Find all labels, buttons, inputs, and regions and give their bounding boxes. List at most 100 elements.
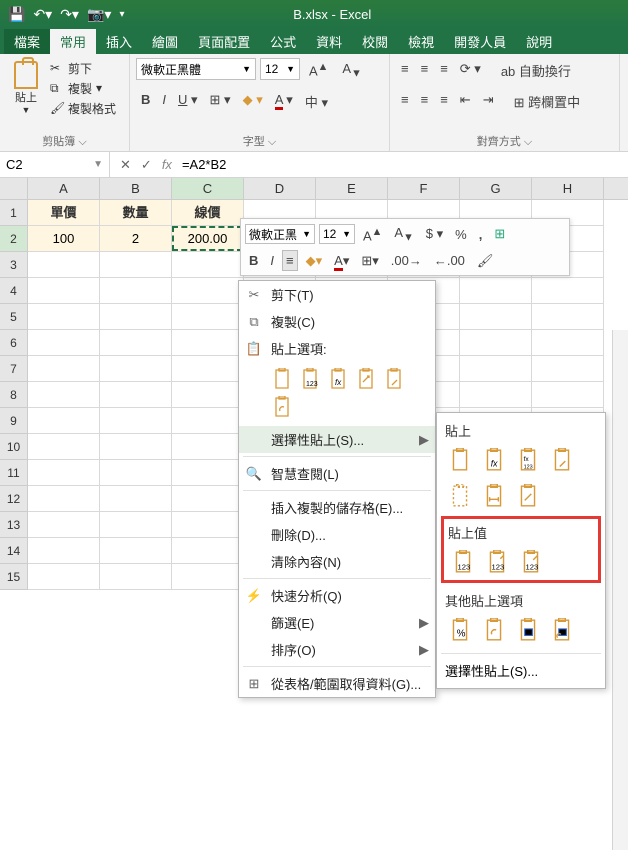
mini-dec-decimal-icon[interactable]: ←.00: [430, 250, 469, 271]
sub-paste-values-icon[interactable]: 123: [448, 548, 478, 576]
mini-align-center-icon[interactable]: ≡: [282, 250, 298, 271]
tab-dev[interactable]: 開發人員: [444, 29, 516, 54]
paste-option-all-icon[interactable]: [269, 366, 295, 392]
mini-decrease-font-icon[interactable]: A▼: [390, 222, 417, 247]
mini-comma-icon[interactable]: ,: [475, 224, 487, 245]
mini-inc-decimal-icon[interactable]: .00→: [387, 250, 426, 271]
sub-paste-special-link[interactable]: 選擇性貼上(S)...: [443, 657, 599, 684]
fill-color-button[interactable]: ◆ ▾: [238, 89, 268, 114]
paste-option-link-icon[interactable]: [269, 394, 295, 420]
col-E[interactable]: E: [316, 178, 388, 199]
ctx-cut[interactable]: ✂剪下(T): [239, 281, 435, 308]
mini-fontsize-select[interactable]: 12▼: [319, 224, 355, 244]
cell-B1[interactable]: 數量: [100, 200, 172, 226]
scrollbar-vertical[interactable]: [612, 330, 628, 850]
mini-border-icon[interactable]: ⊞▾: [357, 250, 382, 272]
sub-paste-colwidth-icon[interactable]: [479, 482, 509, 510]
sub-paste-link-icon[interactable]: [479, 616, 509, 644]
ctx-insert-copied[interactable]: 插入複製的儲存格(E)...: [239, 494, 435, 521]
sub-paste-noborder-icon[interactable]: [445, 482, 475, 510]
font-name-select[interactable]: 微軟正黑體▼: [136, 58, 256, 80]
ctx-copy[interactable]: ⧉複製(C): [239, 308, 435, 335]
cell-C1[interactable]: 線價: [172, 200, 244, 226]
sub-paste-values-format-icon[interactable]: 123: [516, 548, 546, 576]
paste-option-transpose-icon[interactable]: [353, 366, 379, 392]
tab-review[interactable]: 校閱: [352, 29, 398, 54]
cell-A2[interactable]: 100: [28, 226, 100, 252]
sub-paste-picture-icon[interactable]: [513, 616, 543, 644]
cell-A1[interactable]: 單價: [28, 200, 100, 226]
tab-view[interactable]: 檢視: [398, 29, 444, 54]
align-top-icon[interactable]: ≡: [396, 58, 414, 83]
col-A[interactable]: A: [28, 178, 100, 199]
sub-paste-all-icon[interactable]: [445, 446, 475, 474]
redo-icon[interactable]: ↷▾: [60, 6, 79, 23]
save-icon[interactable]: 💾: [8, 6, 25, 23]
mini-font-select[interactable]: 微軟正黑▼: [245, 224, 315, 244]
paste-option-formulas-icon[interactable]: fx: [325, 366, 351, 392]
wrap-text-button[interactable]: ab 自動換行: [496, 58, 576, 83]
col-F[interactable]: F: [388, 178, 460, 199]
row-10[interactable]: 10: [0, 434, 28, 460]
ctx-filter[interactable]: 篩選(E)▶: [239, 609, 435, 636]
tab-formulas[interactable]: 公式: [260, 29, 306, 54]
row-13[interactable]: 13: [0, 512, 28, 538]
indent-increase-icon[interactable]: ⇥: [478, 89, 499, 114]
bold-button[interactable]: B: [136, 89, 155, 114]
tab-file[interactable]: 檔案: [4, 29, 50, 54]
sub-paste-formulas-icon[interactable]: fx: [479, 446, 509, 474]
cut-button[interactable]: ✂剪下: [50, 58, 116, 78]
indent-decrease-icon[interactable]: ⇤: [455, 89, 476, 114]
ctx-clear[interactable]: 清除內容(N): [239, 548, 435, 575]
font-size-select[interactable]: 12▼: [260, 58, 300, 80]
align-left-icon[interactable]: ≡: [396, 89, 414, 114]
copy-button[interactable]: ⧉複製 ▾: [50, 78, 116, 98]
col-D[interactable]: D: [244, 178, 316, 199]
row-1[interactable]: 1: [0, 200, 28, 226]
mini-formats-icon[interactable]: ⊞: [490, 223, 509, 245]
row-14[interactable]: 14: [0, 538, 28, 564]
paste-option-values-icon[interactable]: 123: [297, 366, 323, 392]
mini-increase-font-icon[interactable]: A▲: [359, 223, 386, 246]
sub-paste-formatting-icon[interactable]: %: [445, 616, 475, 644]
sub-paste-linked-pic-icon[interactable]: [547, 616, 577, 644]
tab-data[interactable]: 資料: [306, 29, 352, 54]
ctx-paste-special[interactable]: 選擇性貼上(S)...▶: [239, 426, 435, 453]
row-4[interactable]: 4: [0, 278, 28, 304]
tab-layout[interactable]: 頁面配置: [188, 29, 260, 54]
camera-icon[interactable]: 📷▾: [87, 6, 111, 23]
cell-B2[interactable]: 2: [100, 226, 172, 252]
row-8[interactable]: 8: [0, 382, 28, 408]
formula-input[interactable]: =A2*B2: [182, 157, 226, 172]
mini-fill-color-icon[interactable]: ◆▾: [302, 250, 327, 272]
name-box[interactable]: C2▼: [0, 152, 110, 177]
mini-bold-button[interactable]: B: [245, 250, 262, 271]
ctx-from-table[interactable]: ⊞從表格/範圍取得資料(G)...: [239, 670, 435, 697]
align-bottom-icon[interactable]: ≡: [435, 58, 453, 83]
decrease-font-icon[interactable]: A▼: [337, 58, 366, 83]
col-H[interactable]: H: [532, 178, 604, 199]
undo-icon[interactable]: ↶▾: [33, 6, 52, 23]
row-5[interactable]: 5: [0, 304, 28, 330]
sub-paste-values-num-icon[interactable]: 123: [482, 548, 512, 576]
mini-percent-icon[interactable]: %: [451, 224, 471, 245]
paste-button[interactable]: 貼上 ▼: [6, 58, 46, 118]
row-6[interactable]: 6: [0, 330, 28, 356]
accept-formula-icon[interactable]: ✓: [141, 157, 152, 173]
align-center-icon[interactable]: ≡: [416, 89, 434, 114]
sub-paste-transpose-icon[interactable]: [513, 482, 543, 510]
tab-insert[interactable]: 插入: [96, 29, 142, 54]
cell-C2[interactable]: 200.00: [172, 226, 244, 252]
ctx-quick-analysis[interactable]: ⚡快速分析(Q): [239, 582, 435, 609]
underline-button[interactable]: U ▾: [173, 89, 203, 114]
row-9[interactable]: 9: [0, 408, 28, 434]
align-middle-icon[interactable]: ≡: [416, 58, 434, 83]
row-2[interactable]: 2: [0, 226, 28, 252]
increase-font-icon[interactable]: A▲: [304, 58, 333, 83]
mini-currency-icon[interactable]: $ ▾: [422, 223, 447, 245]
font-color-button[interactable]: A ▾: [270, 89, 298, 114]
tab-help[interactable]: 說明: [516, 29, 562, 54]
mini-italic-button[interactable]: I: [266, 250, 278, 271]
row-7[interactable]: 7: [0, 356, 28, 382]
align-right-icon[interactable]: ≡: [435, 89, 453, 114]
